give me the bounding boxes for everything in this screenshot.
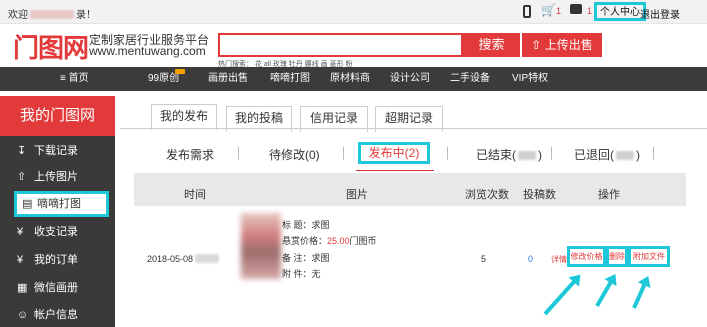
subtab-pending-edit[interactable]: 待修改(0) [269, 146, 320, 163]
search-button[interactable]: 搜索 [463, 33, 520, 57]
detail-link[interactable]: 详情 [551, 254, 567, 265]
nav-home[interactable]: ≡ 首页 [60, 67, 89, 91]
qr-icon: ▦ [17, 282, 28, 294]
sidebar-item-wechat-album[interactable]: ▦ 微信画册 [0, 275, 115, 301]
subtab-post-request[interactable]: 发布需求 [166, 146, 214, 163]
subtab-separator [238, 147, 239, 160]
upload-sell-button[interactable]: ⇧ 上传出售 [522, 33, 602, 57]
row-date: 2018-05-08 [147, 254, 221, 264]
site-logo[interactable]: 门图网 [13, 28, 89, 65]
nav-design-company[interactable]: 设计公司 [390, 67, 430, 91]
subtab-returned[interactable]: 已退回() [574, 146, 640, 163]
personal-center-link[interactable]: 个人中心 [594, 2, 646, 21]
annotation-arrow [632, 277, 649, 309]
cart-count: 1 [556, 6, 562, 16]
subtab-publishing[interactable]: 发布中(2) [358, 142, 430, 164]
attach-file-link[interactable]: 附加文件 [628, 246, 670, 267]
row-attachment: 附 件：无 [282, 269, 321, 279]
search-input[interactable] [218, 33, 463, 57]
welcome-text: 欢迎 录！ [8, 10, 96, 21]
image-icon: ▤ [22, 198, 33, 210]
menu-icon: ≡ [60, 73, 66, 84]
sidebar-item-my-orders[interactable]: ¥ 我的订单 [0, 247, 115, 273]
row-views: 5 [481, 254, 487, 264]
delete-link[interactable]: 删除 [606, 246, 628, 267]
sidebar-title: 我的门图网 [0, 96, 115, 136]
nav-vip[interactable]: VIP特权 [512, 67, 548, 91]
message-count: 1 [587, 6, 593, 16]
blurred-username [30, 10, 74, 19]
orders-icon: ¥ [17, 254, 24, 266]
sidebar-item-income-expense[interactable]: ¥ 收支记录 [0, 219, 115, 245]
tab-divider [120, 128, 707, 129]
logo-url: www.mentuwang.com [89, 44, 206, 58]
nav-used-equipment[interactable]: 二手设备 [450, 67, 490, 91]
column-actions: 操作 [598, 189, 620, 201]
logout-link[interactable]: 退出登录 [640, 6, 680, 21]
subtab-separator [343, 147, 344, 160]
blurred-time [195, 254, 220, 263]
edit-price-link[interactable]: 修改价格 [567, 246, 606, 267]
column-image: 图片 [346, 189, 368, 201]
row-title: 标 题：求图 [282, 220, 330, 230]
sidebar-item-upload-image[interactable]: ⇧ 上传图片 [0, 164, 115, 190]
main-nav: ≡ 首页 99原创 画册出售 嘀嘀打图 原材料商 设计公司 二手设备 VIP特权 [0, 67, 707, 91]
nav-album-sale[interactable]: 画册出售 [208, 67, 248, 91]
column-time: 时间 [184, 189, 206, 201]
row-bids[interactable]: 0 [528, 254, 533, 264]
nav-didi-print[interactable]: 嘀嘀打图 [270, 67, 310, 91]
nav-material-suppliers[interactable]: 原材料商 [330, 67, 370, 91]
message-icon[interactable] [570, 4, 582, 14]
blurred-count [518, 151, 536, 160]
subtab-separator [653, 147, 654, 160]
annotation-arrow [595, 275, 616, 307]
column-views: 浏览次数 [465, 189, 509, 201]
row-reward: 悬赏价格：25.00门图币 [282, 236, 377, 246]
user-icon: ☺ [17, 309, 29, 321]
phone-icon[interactable] [523, 5, 531, 18]
download-icon: ↧ [17, 145, 27, 157]
yen-icon: ¥ [17, 226, 24, 238]
row-note: 备 注：求图 [282, 253, 330, 263]
subtab-separator [447, 147, 448, 160]
tab-my-posts[interactable]: 我的发布 [151, 104, 217, 130]
column-bids: 投稿数 [523, 189, 556, 201]
active-subtab-underline [356, 170, 434, 171]
new-badge [175, 69, 185, 74]
subtab-separator [551, 147, 552, 160]
upload-icon: ⇧ [17, 171, 27, 183]
sidebar-item-download-history[interactable]: ↧ 下载记录 [0, 138, 115, 164]
sidebar-item-account-info[interactable]: ☺ 帐户信息 [0, 302, 115, 327]
cart-icon[interactable]: 🛒 [541, 3, 556, 17]
sidebar-item-didi-print[interactable]: ▤ 嘀嘀打图 [14, 191, 109, 217]
subtab-finished[interactable]: 已结束() [476, 146, 542, 163]
blurred-count [616, 151, 634, 160]
annotation-arrow [543, 275, 580, 316]
row-thumbnail[interactable] [241, 213, 281, 279]
